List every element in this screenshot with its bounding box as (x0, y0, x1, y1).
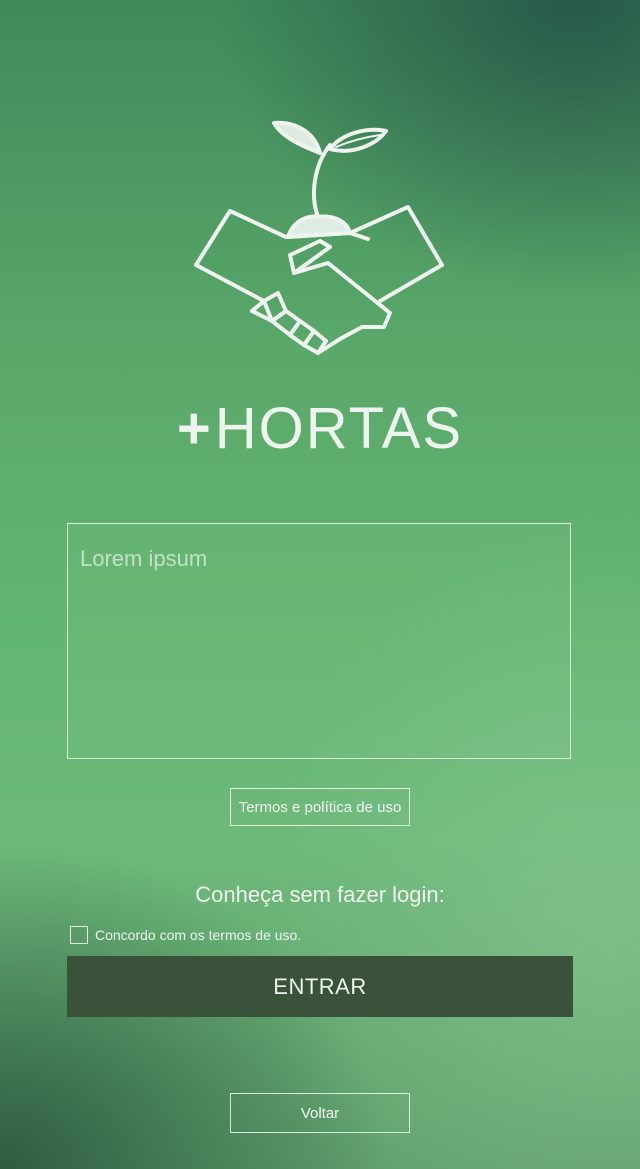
agree-terms-row: Concordo com os termos de uso. (70, 925, 301, 945)
enter-button-label: ENTRAR (273, 973, 367, 999)
terms-button-label: Termos e política de uso (238, 798, 402, 816)
agree-terms-checkbox[interactable] (70, 926, 88, 944)
text-area-placeholder: Lorem ipsum (80, 546, 208, 571)
app-brand: +HORTAS (0, 395, 640, 462)
handshake-sprout-icon (194, 120, 444, 355)
brand-plus: + (176, 396, 213, 461)
enter-button[interactable]: ENTRAR (67, 956, 573, 1017)
guest-login-title: Conheça sem fazer login: (195, 882, 445, 907)
back-button[interactable]: Voltar (230, 1093, 410, 1133)
terms-button[interactable]: Termos e política de uso (230, 788, 410, 826)
lorem-text-area[interactable]: Lorem ipsum (67, 523, 571, 759)
login-screen: +HORTAS Lorem ipsum Termos e política de… (0, 0, 640, 1169)
back-button-label: Voltar (300, 1104, 340, 1122)
agree-terms-label: Concordo com os termos de uso. (95, 927, 302, 943)
brand-name: HORTAS (214, 396, 464, 461)
